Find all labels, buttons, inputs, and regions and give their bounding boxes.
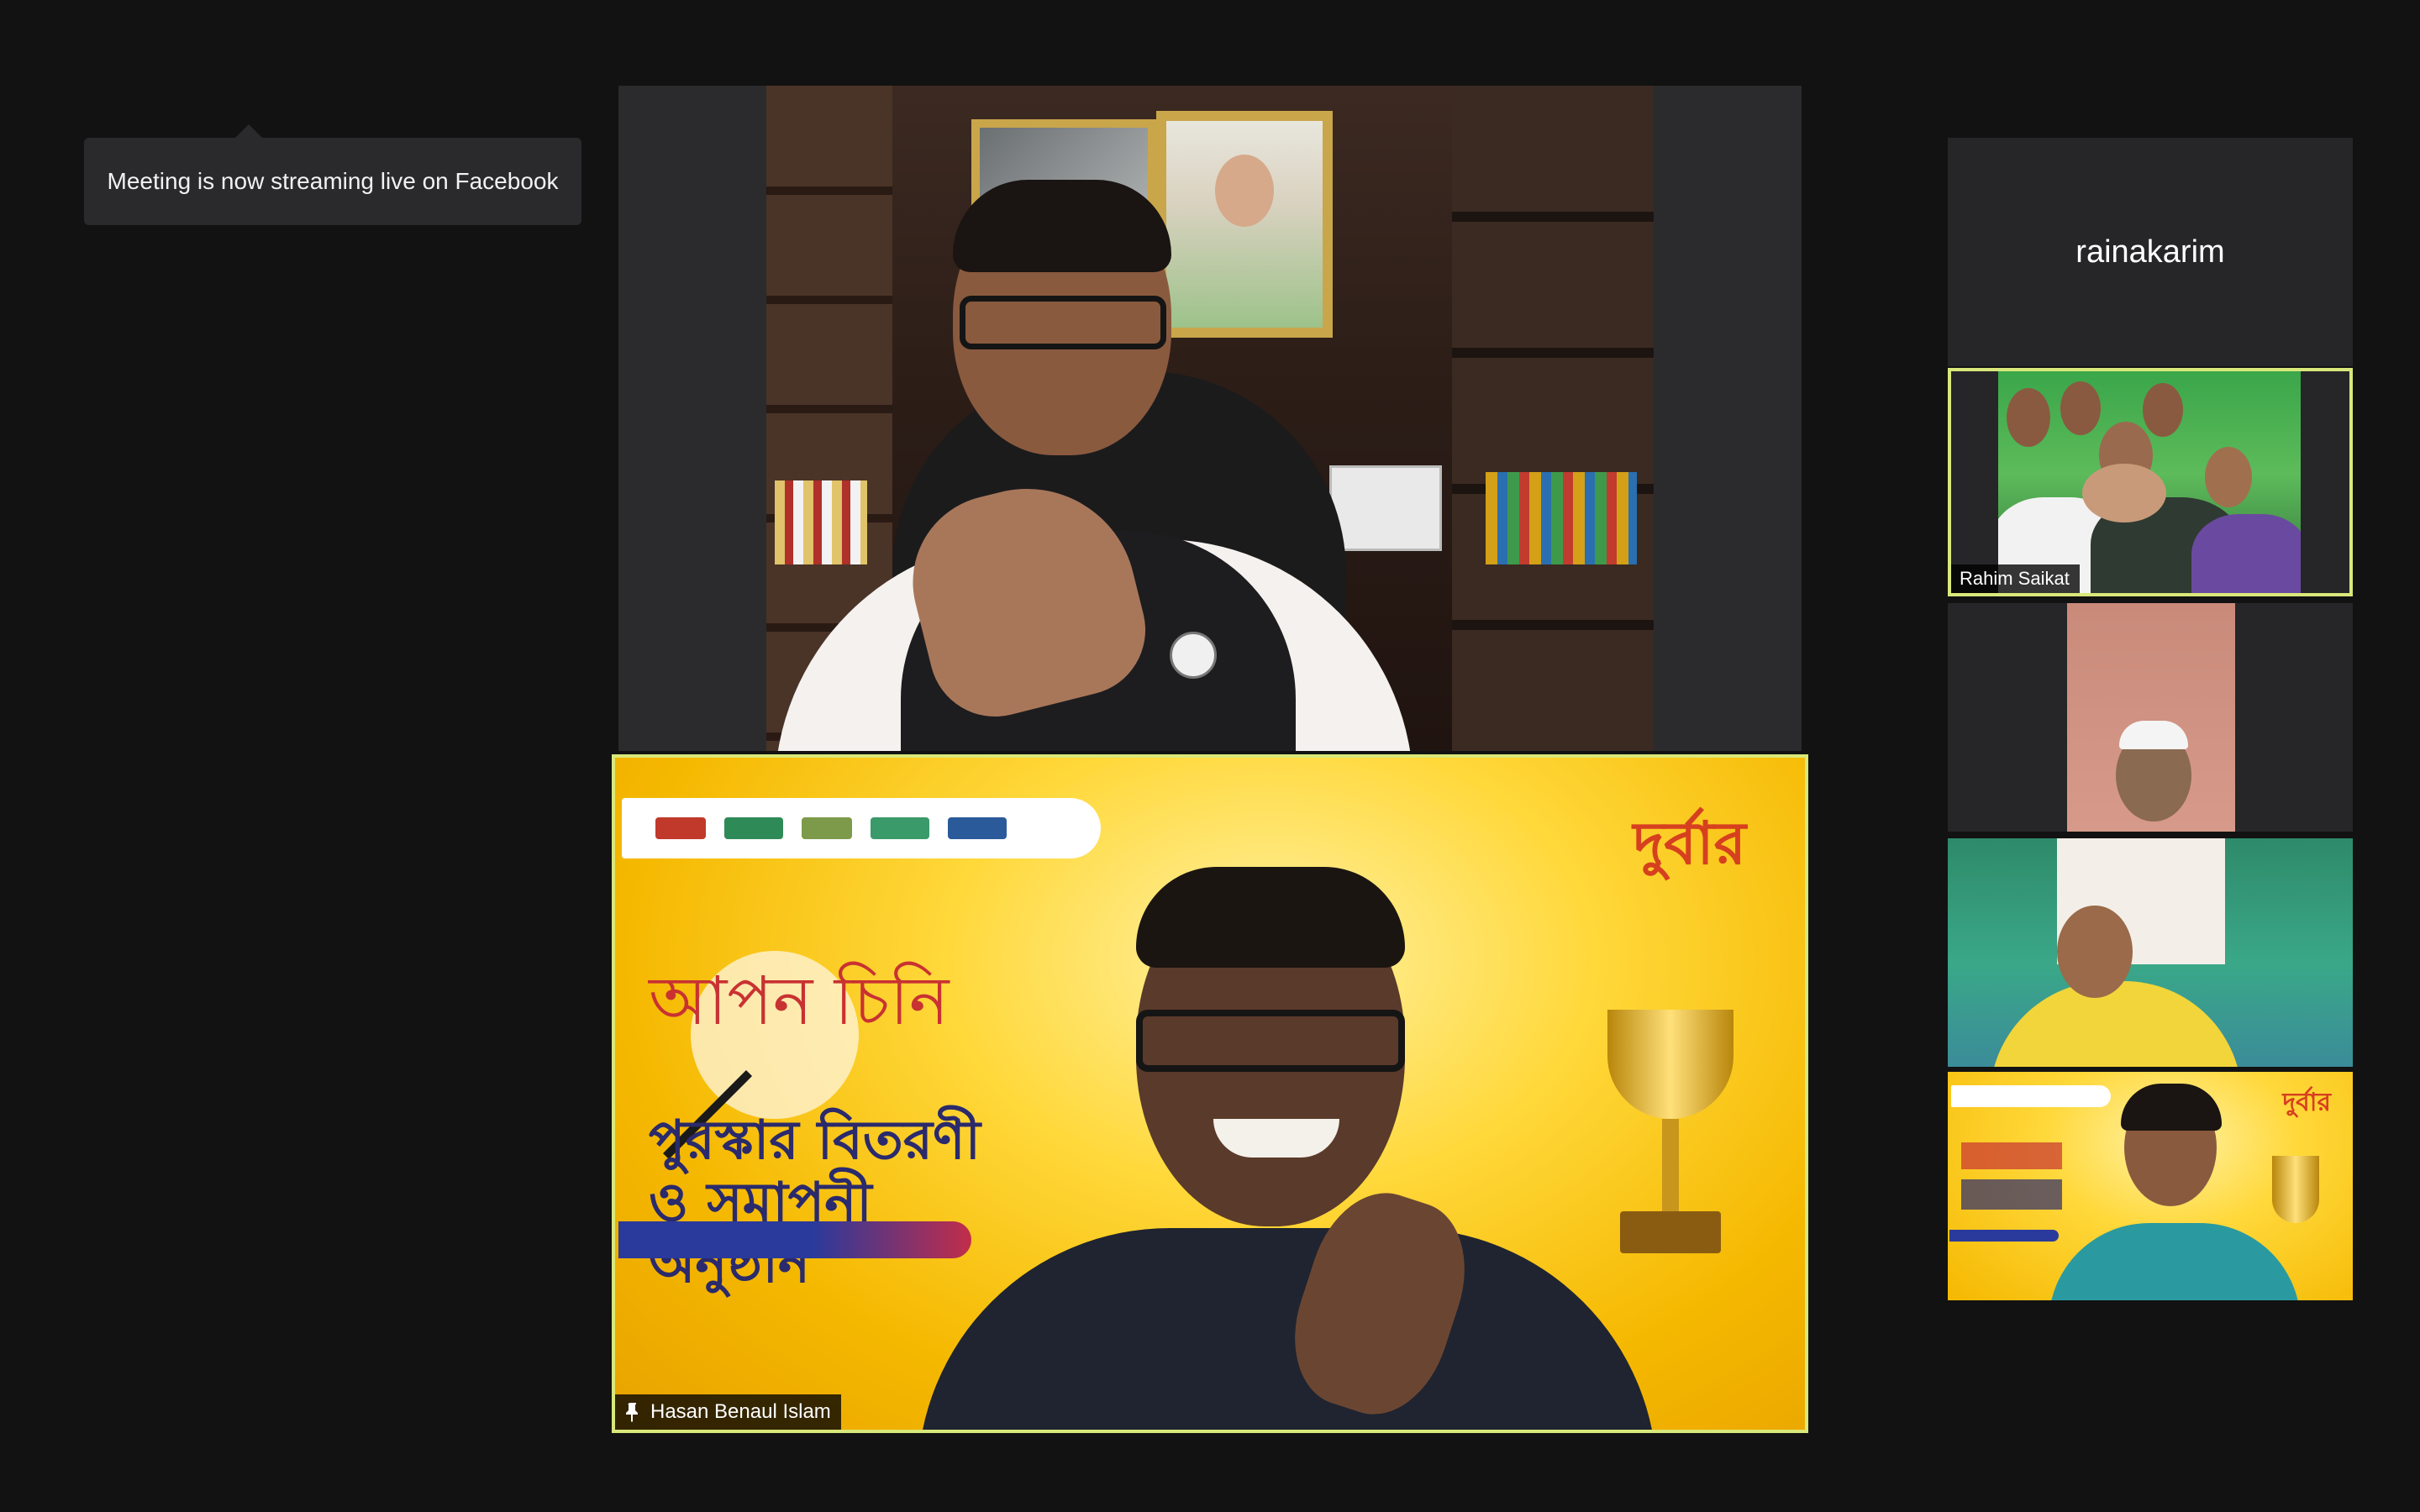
main-video-feed — [766, 86, 1654, 751]
sponsor-logo-strip — [622, 798, 1101, 858]
participant-face — [2057, 906, 2133, 998]
participant-video — [1998, 371, 2301, 593]
notification-text: Meeting is now streaming live on Faceboo… — [107, 168, 559, 194]
trophy-graphic — [2272, 1156, 2319, 1223]
gallery-tile-participant-3[interactable] — [1948, 603, 2353, 832]
speaker-name-tag: Hasan Benaul Islam — [615, 1394, 841, 1430]
event-date-bar — [618, 1221, 971, 1258]
gallery-tile-participant-5[interactable]: দুর্বার — [1948, 1072, 2353, 1300]
sponsor-logo-strip — [1951, 1085, 2111, 1107]
event-date-bar — [1949, 1230, 2059, 1242]
speaker-glasses — [1136, 1010, 1405, 1072]
gallery-tile-rahim-saikat[interactable]: Rahim Saikat — [1948, 368, 2353, 596]
speaker-body — [918, 1228, 1657, 1430]
toast-caret — [235, 124, 262, 138]
participant-shirt — [2049, 1223, 2301, 1300]
speaker-smile — [1213, 1119, 1339, 1158]
event-brand-logo: দুর্বার — [2282, 1088, 2331, 1117]
trophy-graphic — [1586, 1010, 1754, 1262]
gallery-tile-rainakarim[interactable]: rainakarim — [1948, 138, 2353, 366]
event-title-graphic — [1961, 1142, 2062, 1210]
speaker-hair — [1136, 867, 1405, 968]
participant-name-tag: Rahim Saikat — [1951, 564, 2080, 593]
gallery-tile-participant-4[interactable] — [1948, 838, 2353, 1067]
participant-person — [766, 86, 1654, 751]
participant-hair — [2121, 1084, 2222, 1131]
speaker-name: Hasan Benaul Islam — [650, 1400, 831, 1423]
active-speaker-tile[interactable]: দুর্বার আপন চিনি পুরস্কার বিতরণী ও সমাপন… — [612, 754, 1808, 1433]
live-stream-notification: Meeting is now streaming live on Faceboo… — [84, 124, 581, 225]
main-video-tile[interactable] — [618, 86, 1802, 751]
pin-icon — [626, 1403, 638, 1422]
participant-name-text: rainakarim — [2075, 234, 2225, 270]
event-brand-logo: দুর্বার — [1633, 808, 1746, 878]
participant-name: Rahim Saikat — [1960, 568, 2070, 589]
participant-shirt — [1990, 981, 2242, 1067]
participant-video — [2067, 603, 2235, 832]
